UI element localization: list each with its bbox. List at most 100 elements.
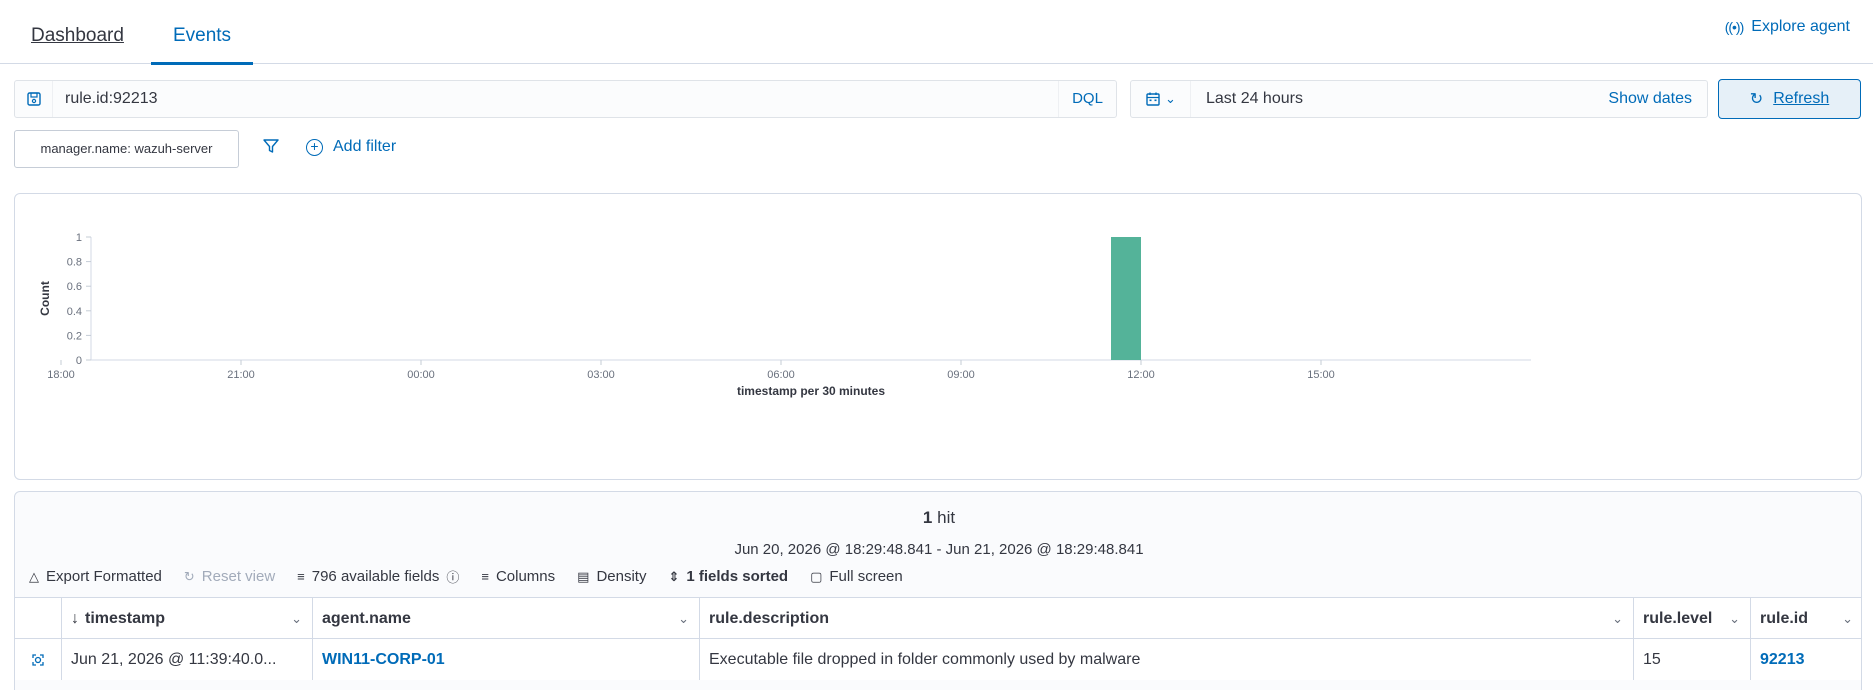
export-formatted-button[interactable]: △ Export Formatted: [29, 568, 162, 585]
x-tick-label: 06:00: [767, 369, 795, 381]
y-tick-label: 0: [76, 355, 82, 367]
cell-timestamp: Jun 21, 2026 @ 11:39:40.0...: [62, 639, 313, 680]
funnel-icon: [263, 139, 279, 153]
x-tick-label: 18:00: [47, 369, 75, 381]
tab-dashboard[interactable]: Dashboard: [31, 0, 124, 64]
x-axis-label: timestamp per 30 minutes: [737, 384, 885, 398]
quick-select-button[interactable]: ⌄: [1131, 81, 1191, 117]
column-header-rule-id[interactable]: rule.id ⌄: [1751, 598, 1861, 639]
full-screen-button[interactable]: ▢ Full screen: [810, 568, 903, 585]
calendar-icon: [1146, 92, 1160, 106]
export-icon: △: [29, 568, 39, 584]
add-filter-button[interactable]: + Add filter: [306, 138, 396, 156]
column-header-rule-description[interactable]: rule.description ⌄: [700, 598, 1634, 639]
fullscreen-icon: ▢: [810, 568, 823, 584]
x-tick-label: 12:00: [1127, 369, 1155, 381]
refresh-icon: ↻: [1749, 91, 1764, 108]
fields-icon: ≡: [297, 569, 305, 584]
fields-label: 796 available fields: [311, 568, 440, 585]
y-tick-label: 0.2: [67, 330, 82, 342]
results-panel: 1 hit Jun 20, 2026 @ 18:29:48.841 - Jun …: [14, 491, 1862, 690]
x-tick-label: 21:00: [227, 369, 255, 381]
table-row: Jun 21, 2026 @ 11:39:40.0... WIN11-CORP-…: [15, 639, 1861, 680]
inspect-icon: [32, 654, 44, 666]
reset-view-button[interactable]: ↻ Reset view: [184, 568, 275, 585]
columns-label: Columns: [495, 568, 556, 585]
hit-count-label: hit: [932, 508, 956, 527]
column-header-label: agent.name: [322, 610, 411, 627]
add-filter-label: Add filter: [333, 138, 397, 155]
y-tick-label: 1: [76, 232, 82, 244]
reset-label: Reset view: [201, 568, 276, 585]
chevron-down-icon[interactable]: ⌄: [1842, 598, 1853, 639]
filter-icon[interactable]: [262, 137, 280, 160]
arrow-down-icon: ↓: [71, 610, 79, 627]
column-header-label: rule.description: [709, 610, 830, 627]
chevron-down-icon: ⌄: [1165, 91, 1176, 106]
hit-count-value: 1: [922, 508, 933, 527]
cell-rule-level: 15: [1634, 639, 1751, 680]
broadcast-icon: ((•)): [1724, 19, 1745, 35]
chevron-down-icon[interactable]: ⌄: [1729, 598, 1740, 639]
column-header-rule-level[interactable]: rule.level ⌄: [1634, 598, 1751, 639]
y-tick-label: 0.6: [67, 281, 82, 293]
histogram-bar: [1111, 237, 1141, 360]
hit-count: 1 hit: [15, 508, 1861, 528]
date-picker: ⌄ Last 24 hours Show dates: [1130, 80, 1708, 118]
refresh-button[interactable]: ↻ Refresh: [1718, 79, 1861, 119]
events-table: ↓ timestamp ⌄ agent.name ⌄ rule.descripti…: [15, 597, 1861, 680]
fullscreen-label: Full screen: [829, 568, 903, 585]
available-fields-button[interactable]: ≡ 796 available fields ⓘ: [297, 567, 459, 586]
chevron-down-icon[interactable]: ⌄: [678, 598, 689, 639]
x-tick-label: 00:00: [407, 369, 435, 381]
top-nav: Dashboard Events ((•)) Explore agent: [0, 0, 1873, 65]
reset-icon: ↻: [183, 568, 195, 584]
tab-events[interactable]: Events: [151, 0, 253, 65]
x-tick-label: 09:00: [947, 369, 975, 381]
header-spacer: [15, 598, 62, 639]
histogram-chart: 0 0.2 0.4 0.6 0.8 1 21:00 00:00 03:00 06:00 09:00 1…: [38, 232, 1531, 398]
sort-icon: ⇕: [668, 568, 680, 584]
column-header-label: rule.id: [1760, 610, 1809, 627]
explore-agent-label: Explore agent: [1751, 18, 1850, 35]
cell-agent-name-link[interactable]: WIN11-CORP-01: [313, 639, 700, 680]
density-label: Density: [596, 568, 647, 585]
chevron-down-icon[interactable]: ⌄: [291, 598, 302, 639]
query-language-button[interactable]: DQL: [1058, 81, 1116, 117]
y-axis-label: Count: [38, 281, 52, 316]
histogram-panel: 0 0.2 0.4 0.6 0.8 1 21:00 00:00 03:00 06:00 09:00 1…: [14, 193, 1862, 480]
column-header-agent-name[interactable]: agent.name ⌄: [313, 598, 700, 639]
sorted-label: 1 fields sorted: [686, 568, 789, 585]
grid-toolbar: △ Export Formatted ↻ Reset view ≡ 796 av…: [29, 567, 925, 586]
plus-circle-icon: +: [306, 138, 323, 156]
query-bar: rule.id:92213 DQL: [14, 80, 1117, 118]
info-icon: ⓘ: [446, 570, 460, 585]
table-header: ↓ timestamp ⌄ agent.name ⌄ rule.descripti…: [15, 598, 1861, 639]
column-header-label: rule.level: [1643, 610, 1713, 627]
density-icon: ▤: [577, 568, 590, 584]
results-time-range: Jun 20, 2026 @ 18:29:48.841 - Jun 21, 20…: [734, 541, 1144, 558]
save-icon: [26, 92, 41, 106]
filter-pill[interactable]: manager.name: wazuh-server: [14, 130, 239, 168]
export-label: Export Formatted: [46, 568, 162, 585]
density-button[interactable]: ▤ Density: [577, 568, 646, 585]
refresh-label: Refresh: [1773, 90, 1830, 107]
chevron-down-icon[interactable]: ⌄: [1612, 598, 1623, 639]
cell-rule-id-link[interactable]: 92213: [1751, 639, 1861, 680]
show-dates-button[interactable]: Show dates: [1608, 90, 1707, 108]
x-tick-label: 03:00: [587, 369, 615, 381]
cell-rule-description: Executable file dropped in folder common…: [700, 639, 1634, 680]
column-header-label: timestamp: [85, 610, 166, 627]
list-icon: ≡: [481, 569, 489, 584]
y-tick-label: 0.8: [67, 257, 82, 269]
search-input[interactable]: rule.id:92213: [53, 90, 1058, 108]
x-tick-label: 15:00: [1307, 369, 1335, 381]
columns-button[interactable]: ≡ Columns: [481, 568, 555, 585]
column-header-timestamp[interactable]: ↓ timestamp ⌄: [62, 598, 313, 639]
events-page: Dashboard Events ((•)) Explore agent rul…: [0, 0, 1873, 690]
inspect-document-button[interactable]: [15, 639, 62, 680]
fields-sorted-button[interactable]: ⇕ 1 fields sorted: [668, 568, 788, 585]
date-range-label[interactable]: Last 24 hours: [1191, 90, 1608, 108]
saved-query-button[interactable]: [15, 81, 53, 117]
explore-agent-link[interactable]: ((•)) Explore agent: [1725, 18, 1850, 36]
